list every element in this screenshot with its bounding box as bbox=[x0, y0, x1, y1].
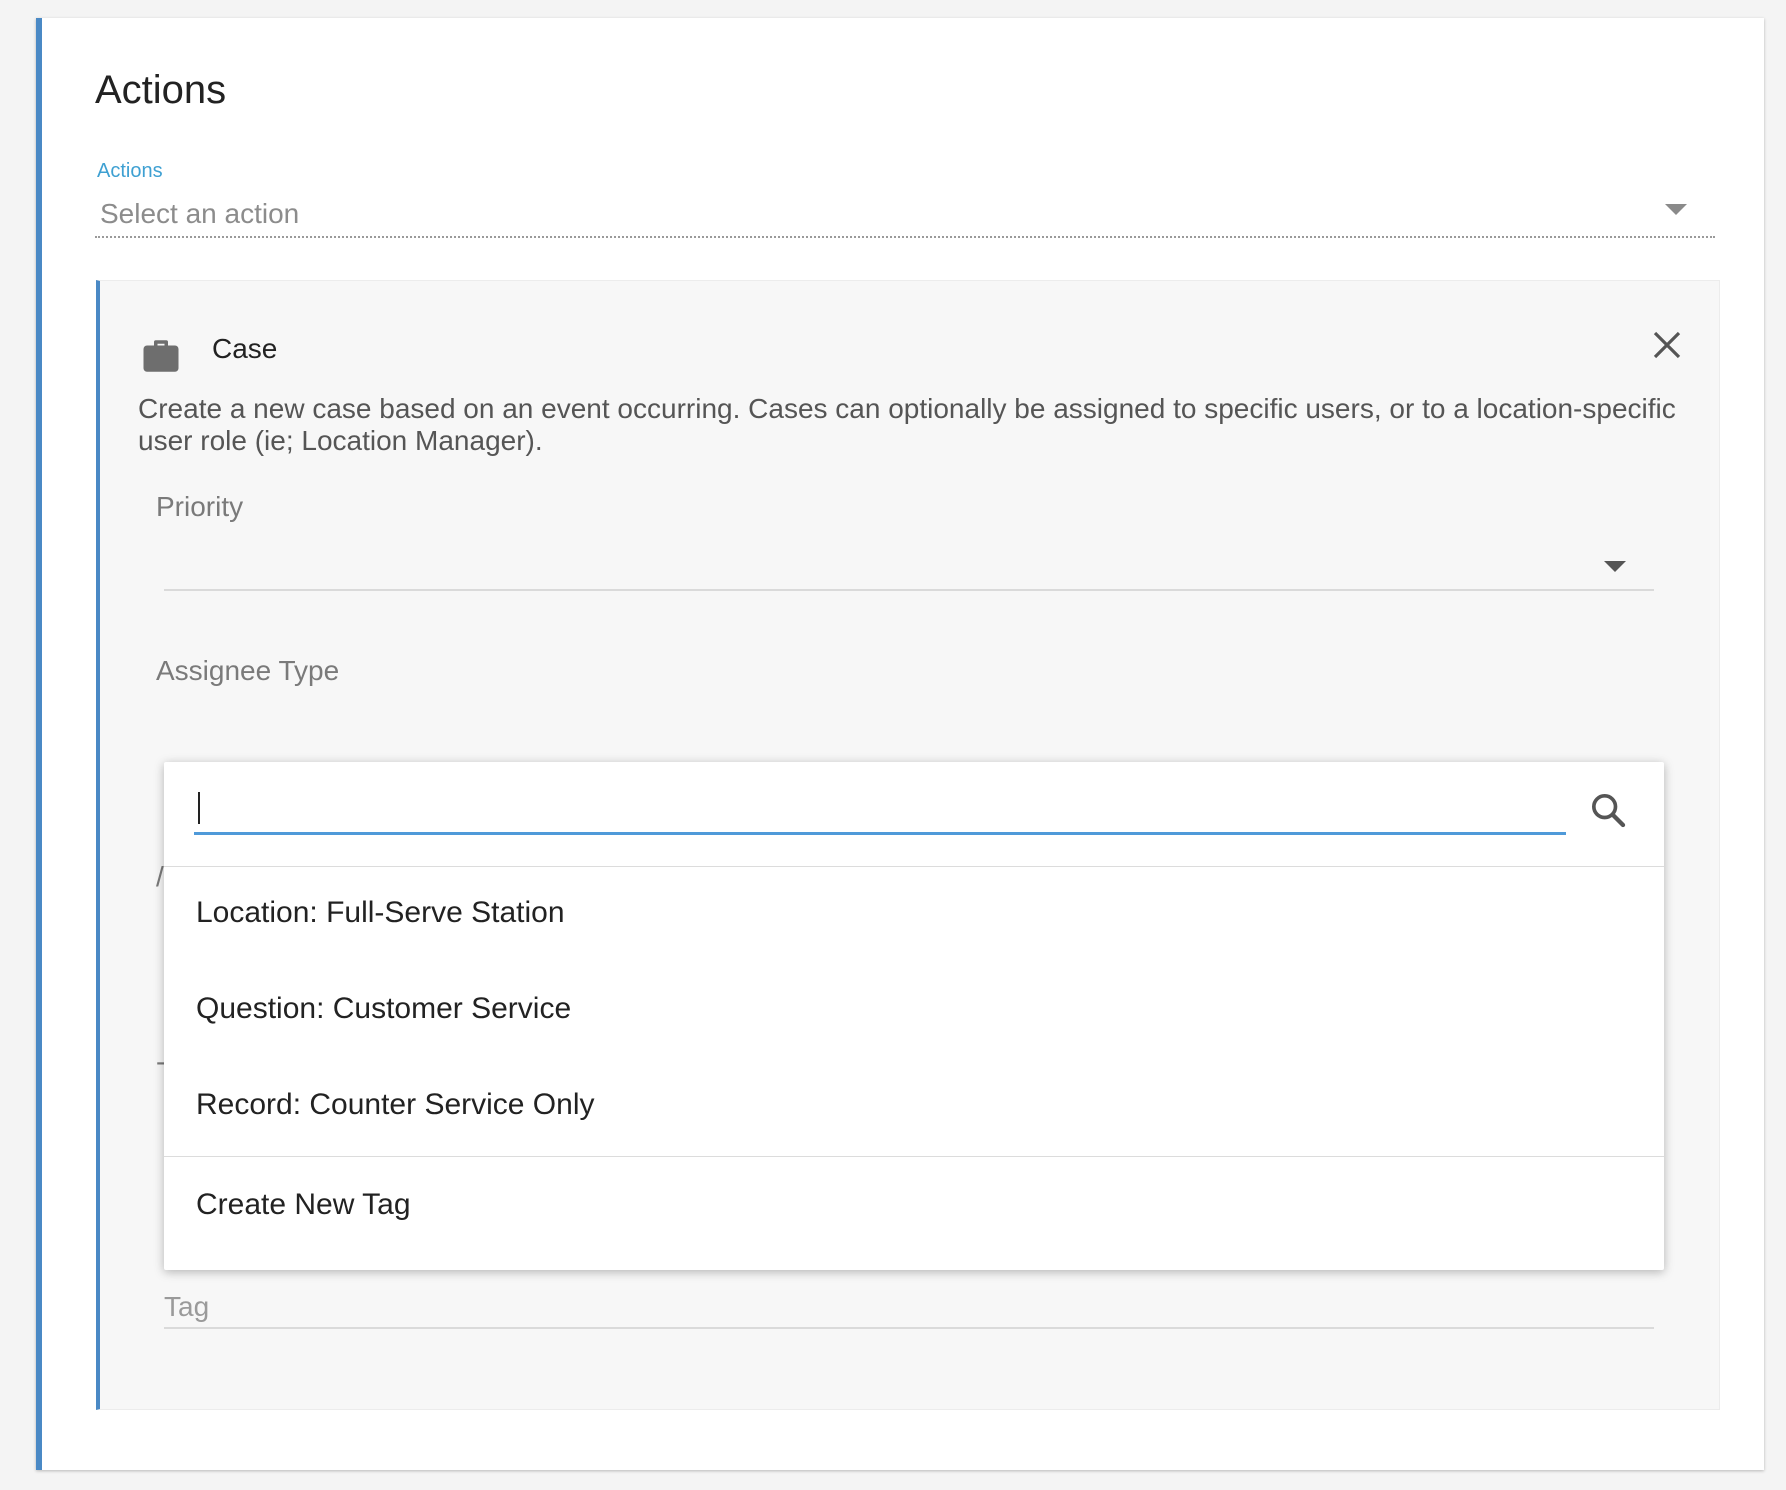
text-caret bbox=[198, 792, 200, 824]
actions-card: Actions Actions Select an action Case Cr… bbox=[36, 18, 1764, 1470]
tag-select-placeholder[interactable]: Tag bbox=[164, 1291, 209, 1323]
priority-select[interactable] bbox=[164, 531, 1654, 591]
dropdown-search-row bbox=[164, 762, 1664, 867]
dropdown-option[interactable]: Question: Customer Service bbox=[164, 962, 1664, 1058]
create-new-tag-option[interactable]: Create New Tag bbox=[164, 1158, 1664, 1254]
assignee-type-dropdown: Location: Full-Serve Station Question: C… bbox=[164, 762, 1664, 1270]
section-title: Actions bbox=[95, 68, 227, 112]
dropdown-arrow-icon[interactable] bbox=[1665, 204, 1687, 215]
priority-dropdown-arrow-icon[interactable] bbox=[1604, 561, 1626, 572]
actions-select-label: Actions bbox=[97, 160, 163, 182]
priority-label: Priority bbox=[156, 491, 244, 522]
actions-select-placeholder: Select an action bbox=[100, 198, 300, 229]
obscured-label-fragment: / bbox=[156, 861, 164, 892]
dropdown-option-label: Record: Counter Service Only bbox=[196, 1088, 595, 1121]
dropdown-search-input[interactable] bbox=[194, 784, 1566, 835]
close-icon[interactable] bbox=[1651, 329, 1683, 361]
assignee-type-label: Assignee Type bbox=[156, 655, 340, 686]
page: Actions Actions Select an action Case Cr… bbox=[0, 0, 1786, 1490]
search-icon[interactable] bbox=[1588, 790, 1628, 830]
actions-select[interactable]: Actions Select an action bbox=[95, 156, 1715, 240]
briefcase-icon bbox=[143, 340, 179, 372]
dropdown-option[interactable]: Location: Full-Serve Station bbox=[164, 866, 1664, 962]
case-title: Case bbox=[212, 333, 278, 364]
actions-select-underline bbox=[95, 236, 1715, 238]
dropdown-option-label: Location: Full-Serve Station bbox=[196, 896, 565, 929]
create-new-tag-label: Create New Tag bbox=[196, 1188, 411, 1221]
dropdown-divider bbox=[164, 1156, 1664, 1157]
dropdown-option[interactable]: Record: Counter Service Only bbox=[164, 1058, 1664, 1154]
case-description: Create a new case based on an event occu… bbox=[138, 393, 1676, 456]
tag-underline bbox=[164, 1327, 1654, 1329]
dropdown-option-label: Question: Customer Service bbox=[196, 992, 572, 1025]
priority-underline bbox=[164, 589, 1654, 591]
